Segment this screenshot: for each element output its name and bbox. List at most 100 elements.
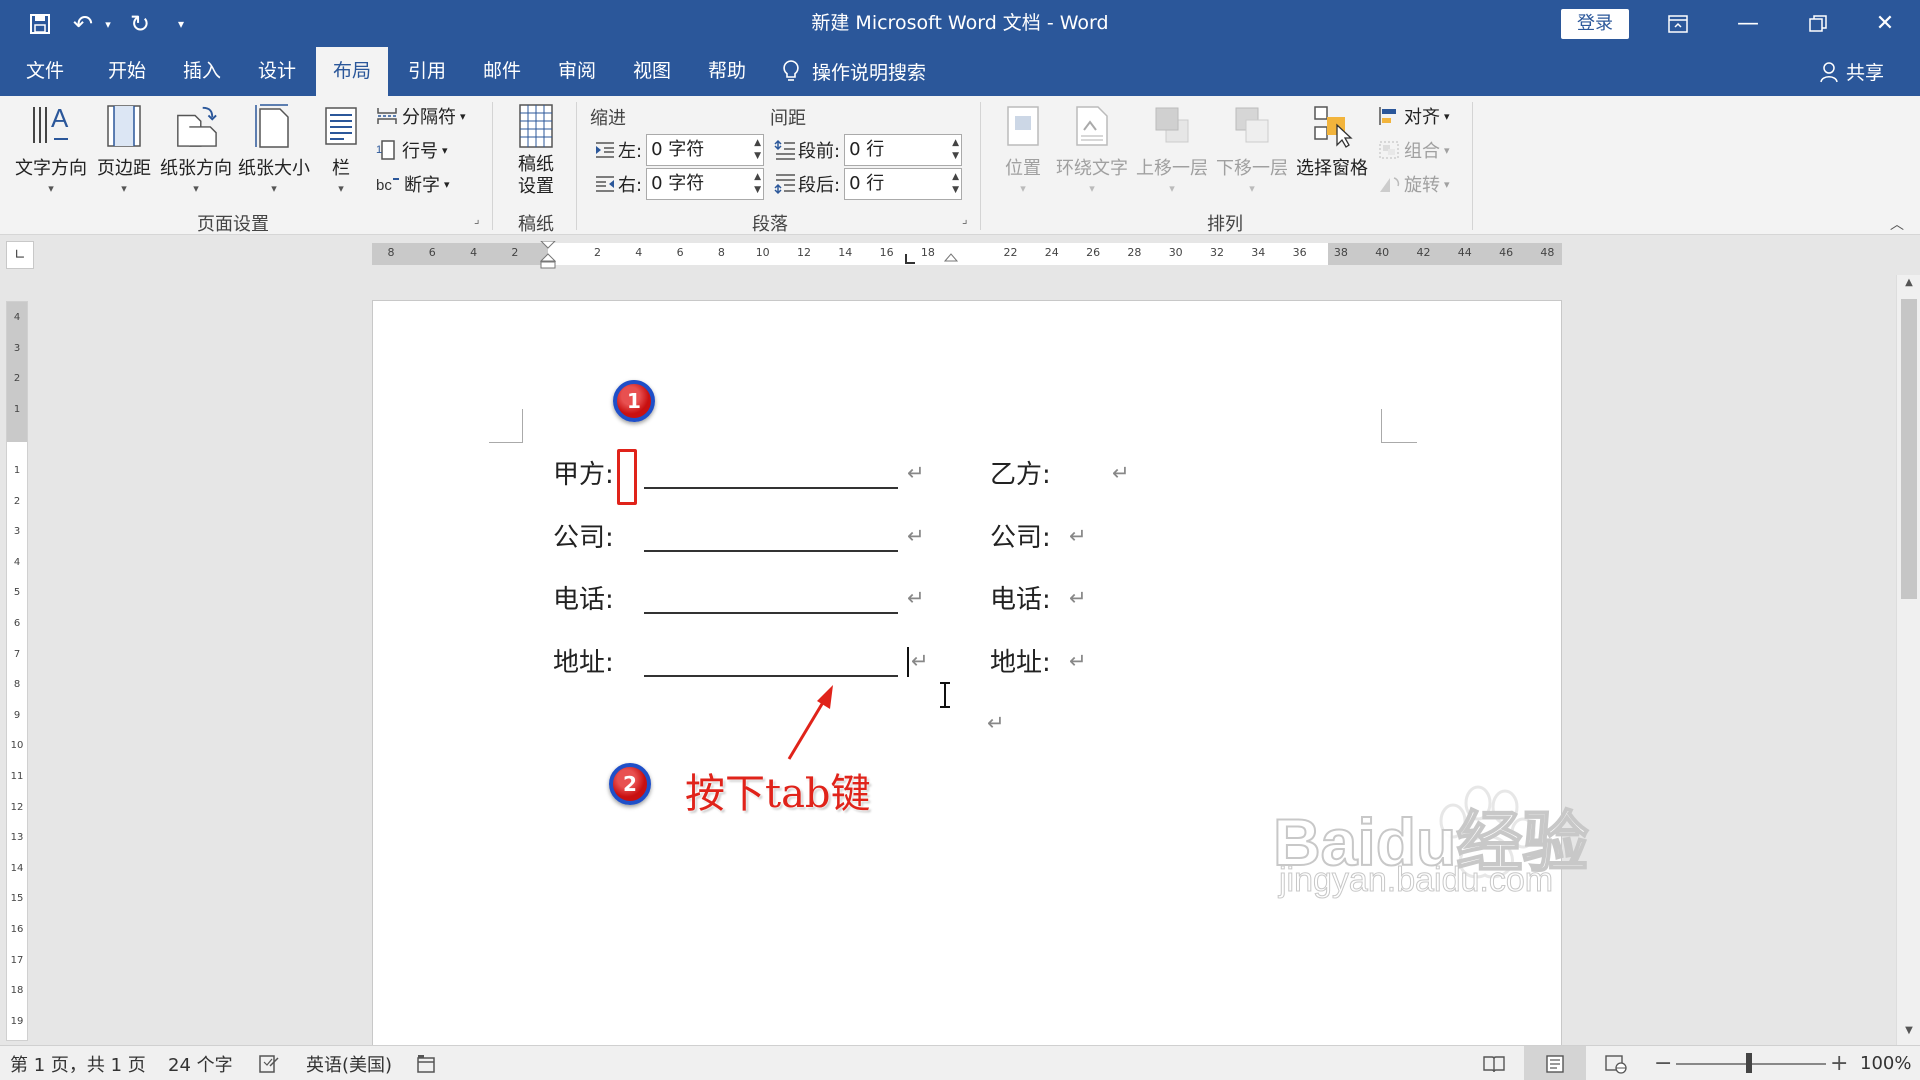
party-a-blank-line[interactable] — [644, 487, 898, 489]
vertical-ruler-tick-label: 1 — [13, 403, 21, 415]
ruler-tick-label: 36 — [1292, 246, 1307, 259]
page-setup-dialog-launcher-icon[interactable]: ⌟ — [474, 212, 480, 226]
spinner-arrows-icon[interactable]: ▲ ▼ — [754, 137, 761, 163]
tab-help[interactable]: 帮助 — [694, 47, 760, 96]
spinner-arrows-icon[interactable]: ▲ ▼ — [952, 171, 959, 197]
scroll-down-arrow-icon[interactable]: ▼ — [1900, 1025, 1918, 1043]
proofing-icon[interactable] — [258, 1046, 280, 1080]
vertical-ruler-tick-label: 10 — [10, 740, 24, 752]
selection-pane-button[interactable]: 选择窗格 — [1294, 102, 1370, 202]
phone-blank-line[interactable] — [644, 612, 898, 614]
spacing-before-input[interactable]: 0 行 ▲ ▼ — [844, 134, 963, 166]
tab-review[interactable]: 审阅 — [544, 47, 610, 96]
ruler-tick-label: 10 — [755, 246, 770, 259]
breaks-button[interactable]: 分隔符 ▾ — [376, 102, 466, 130]
horizontal-ruler[interactable]: 8 6 4 2 2 4 6 8 10 12 14 16 18 22 24 26 28 30 32 34 36 38 40 42… — [372, 240, 1562, 269]
language-status[interactable]: 英语(美国) — [306, 1046, 392, 1080]
send-backward-button[interactable]: 下移一层 ▾ — [1214, 102, 1290, 202]
position-button[interactable]: 位置 ▾ — [996, 102, 1050, 202]
group-separator — [576, 102, 577, 230]
company-blank-line[interactable] — [644, 550, 898, 552]
text-direction-icon: A — [29, 102, 73, 150]
spinner-arrows-icon[interactable]: ▲ ▼ — [952, 137, 959, 163]
wrap-text-button[interactable]: 环绕文字 ▾ — [1054, 102, 1130, 202]
tab-selector-icon[interactable]: ∟ — [6, 241, 34, 269]
tab-file[interactable]: 文件 — [12, 47, 78, 96]
paragraph-dialog-launcher-icon[interactable]: ⌟ — [962, 212, 968, 226]
group-button[interactable]: 组合 ▾ — [1378, 136, 1450, 164]
minimize-icon[interactable]: — — [1713, 0, 1783, 47]
text-direction-label: 文字方向 — [15, 158, 87, 179]
size-button[interactable]: 纸张大小 ▾ — [234, 102, 314, 202]
bring-forward-button[interactable]: 上移一层 ▾ — [1134, 102, 1210, 202]
login-button[interactable]: 登录 — [1561, 9, 1629, 39]
save-icon[interactable] — [22, 6, 58, 42]
print-layout-icon[interactable] — [1524, 1046, 1586, 1080]
undo-icon[interactable]: ↶ — [68, 6, 98, 42]
indent-right-input[interactable]: 0 字符 ▲ ▼ — [646, 168, 765, 200]
undo-dropdown-icon[interactable]: ▾ — [98, 6, 118, 42]
vertical-ruler-tick-label: 4 — [13, 556, 21, 568]
tab-mailings[interactable]: 邮件 — [469, 47, 535, 96]
zoom-slider-thumb[interactable] — [1746, 1053, 1752, 1073]
manuscript-settings-button[interactable]: 稿纸 设置 — [506, 102, 566, 202]
hyphenation-button[interactable]: bc 断字 ▾ — [376, 170, 450, 198]
paragraph-mark: ↵ — [1069, 586, 1087, 610]
right-indent-marker[interactable] — [943, 241, 959, 267]
first-line-indent-marker[interactable] — [539, 240, 557, 269]
text-direction-button[interactable]: A 文字方向 ▾ — [12, 102, 90, 202]
share-button[interactable]: 共享 — [1820, 47, 1884, 96]
customize-quick-access-icon[interactable]: ▾ — [166, 6, 196, 42]
step-badge-1: 1 — [613, 380, 655, 422]
close-icon[interactable]: ✕ — [1850, 0, 1920, 47]
tab-layout[interactable]: 布局 — [316, 47, 388, 96]
ruler-tick-label: 8 — [387, 246, 395, 259]
ribbon-display-options-icon[interactable] — [1643, 0, 1713, 47]
vertical-ruler[interactable]: 4 3 2 1 1 2 3 4 5 6 7 8 9 10 11 12 13 14 15 16 17 18 19 — [6, 301, 28, 1041]
redo-icon[interactable]: ↻ — [122, 6, 158, 42]
vertical-ruler-tick-label: 11 — [10, 771, 24, 782]
line-numbers-label: 行号 — [402, 141, 438, 162]
spacing-after-icon — [774, 173, 796, 195]
tab-insert[interactable]: 插入 — [169, 47, 235, 96]
word-count[interactable]: 24 个字 — [168, 1046, 233, 1080]
tab-home[interactable]: 开始 — [94, 47, 160, 96]
spacing-after-input[interactable]: 0 行 ▲ ▼ — [844, 168, 963, 200]
spacing-before-icon — [774, 139, 796, 161]
ruler-tick-label: 44 — [1457, 246, 1472, 259]
indent-left-input[interactable]: 0 字符 ▲ ▼ — [646, 134, 765, 166]
web-layout-icon[interactable] — [1604, 1046, 1628, 1080]
left-tab-stop-marker[interactable] — [905, 254, 915, 264]
document-page[interactable]: 甲方: ↵ 乙方: ↵ 公司: ↵ 公司: ↵ 电话: ↵ 电话: ↵ 地址: … — [372, 300, 1589, 1060]
scroll-up-arrow-icon[interactable]: ▲ — [1900, 277, 1918, 295]
tab-design[interactable]: 设计 — [244, 47, 310, 96]
ruler-tick-label: 16 — [879, 246, 894, 259]
orientation-button[interactable]: 纸张方向 ▾ — [156, 102, 236, 202]
vertical-ruler-tick-label: 12 — [10, 801, 24, 813]
restore-icon[interactable] — [1783, 0, 1853, 47]
line-numbers-button[interactable]: 1 行号 ▾ — [376, 136, 448, 164]
columns-button[interactable]: 栏 ▾ — [318, 102, 364, 202]
zoom-out-icon[interactable]: − — [1654, 1046, 1672, 1080]
group-label: 组合 — [1404, 141, 1440, 162]
vertical-scrollbar[interactable]: ▲ ▼ — [1896, 275, 1920, 1045]
tell-me-search[interactable]: 操作说明搜索 — [782, 47, 926, 96]
align-button[interactable]: 对齐 ▾ — [1378, 102, 1450, 130]
svg-text:1: 1 — [376, 144, 382, 156]
read-mode-icon[interactable] — [1482, 1046, 1506, 1080]
collapse-ribbon-icon[interactable]: ︿ — [1890, 214, 1904, 234]
scrollbar-thumb[interactable] — [1901, 299, 1917, 599]
address-blank-line[interactable] — [644, 675, 898, 677]
spinner-arrows-icon[interactable]: ▲ ▼ — [754, 171, 761, 197]
margins-button[interactable]: 页边距 ▾ — [92, 102, 156, 202]
tab-references[interactable]: 引用 — [394, 47, 460, 96]
vertical-ruler-tick-label: 5 — [13, 587, 21, 599]
zoom-in-icon[interactable]: + — [1830, 1046, 1848, 1080]
rotate-button[interactable]: 旋转 ▾ — [1378, 170, 1450, 198]
zoom-level[interactable]: 100% — [1860, 1046, 1911, 1080]
tab-view[interactable]: 视图 — [619, 47, 685, 96]
vertical-ruler-tick-label: 15 — [10, 893, 24, 905]
align-icon — [1378, 106, 1400, 126]
page-count[interactable]: 第 1 页，共 1 页 — [10, 1046, 146, 1080]
accessibility-icon[interactable] — [416, 1046, 438, 1080]
